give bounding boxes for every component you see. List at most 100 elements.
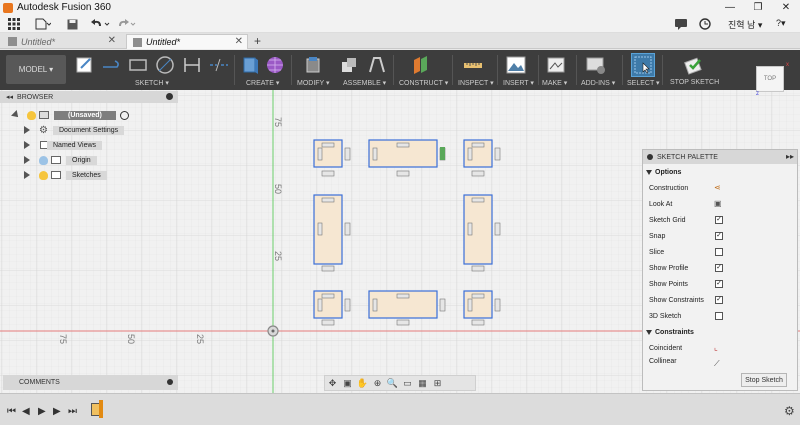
activate-radio-icon[interactable] bbox=[119, 110, 129, 120]
options-section-header[interactable]: Options bbox=[643, 164, 797, 180]
expand-toggle-icon[interactable] bbox=[24, 141, 30, 149]
close-tab-icon[interactable]: ✕ bbox=[235, 36, 243, 47]
select-menu[interactable]: SELECT ▾ bbox=[627, 79, 660, 87]
form-sphere-icon[interactable] bbox=[264, 54, 286, 76]
grid-settings-icon[interactable]: ▦ bbox=[415, 378, 430, 389]
undo-icon[interactable] bbox=[90, 17, 112, 31]
minimize-button[interactable]: — bbox=[716, 0, 744, 15]
play-icon[interactable]: ▶ bbox=[38, 406, 46, 417]
file-menu-icon[interactable] bbox=[34, 17, 52, 31]
step-back-icon[interactable]: ◀ bbox=[22, 406, 30, 417]
orbit-icon[interactable]: ✥ bbox=[325, 378, 340, 389]
modify-menu[interactable]: MODIFY ▾ bbox=[297, 79, 330, 87]
dimension-tool-icon[interactable] bbox=[181, 54, 203, 76]
tab-untitled-1[interactable]: Untitled* ✕ bbox=[2, 34, 120, 49]
browser-item-document-settings[interactable]: ⚙ Document Settings bbox=[24, 124, 125, 136]
constraints-section-header[interactable]: Constraints bbox=[643, 324, 797, 340]
pin-icon[interactable] bbox=[166, 93, 173, 100]
select-tool-button[interactable] bbox=[631, 53, 655, 77]
go-to-start-icon[interactable]: ⏮ bbox=[7, 406, 16, 417]
create-menu[interactable]: CREATE ▾ bbox=[246, 79, 279, 87]
trim-tool-icon[interactable] bbox=[208, 54, 230, 76]
stop-sketch-palette-button[interactable]: Stop Sketch bbox=[741, 373, 787, 387]
joint-icon[interactable] bbox=[366, 54, 388, 76]
rectangle-tool-icon[interactable] bbox=[127, 54, 149, 76]
add-ins-menu[interactable]: ADD-INS ▾ bbox=[581, 79, 615, 87]
expand-palette-icon[interactable]: ▸▸ bbox=[786, 152, 794, 161]
help-menu[interactable]: ?▾ bbox=[776, 18, 786, 29]
notifications-icon[interactable] bbox=[674, 17, 688, 31]
new-tab-button[interactable]: + bbox=[254, 34, 261, 48]
timeline-marker-icon[interactable] bbox=[99, 400, 103, 418]
constraint-coincident[interactable]: Coincident ⌞ bbox=[643, 340, 797, 356]
insert-image-icon[interactable] bbox=[505, 54, 527, 76]
look-at-icon[interactable]: ▣ bbox=[340, 378, 355, 389]
visibility-bulb-icon[interactable] bbox=[39, 155, 48, 165]
browser-item-named-views[interactable]: Named Views bbox=[24, 139, 103, 151]
show-constraints-checkbox[interactable]: ✓ bbox=[715, 296, 723, 304]
zoom-fit-icon[interactable]: 🔍 bbox=[385, 378, 400, 389]
step-forward-icon[interactable]: ▶ bbox=[53, 406, 61, 417]
construct-menu[interactable]: CONSTRUCT ▾ bbox=[399, 79, 448, 87]
show-profile-checkbox[interactable]: ✓ bbox=[715, 264, 723, 272]
3d-print-icon[interactable] bbox=[545, 54, 567, 76]
data-panel-grid-icon[interactable] bbox=[7, 17, 21, 31]
expand-toggle-icon[interactable] bbox=[24, 171, 30, 179]
slice-checkbox[interactable] bbox=[715, 248, 723, 256]
stop-sketch-button[interactable]: STOP SKETCH bbox=[670, 79, 719, 86]
expand-toggle-icon[interactable] bbox=[24, 156, 30, 164]
option-3d-sketch: 3D Sketch bbox=[643, 308, 797, 324]
close-button[interactable]: ✕ bbox=[772, 0, 800, 15]
measure-icon[interactable] bbox=[462, 54, 484, 76]
save-icon[interactable] bbox=[65, 17, 79, 31]
sketch-palette-header[interactable]: SKETCH PALETTE ▸▸ bbox=[643, 150, 797, 164]
look-at-button-icon[interactable]: ▣ bbox=[714, 199, 724, 209]
pan-hand-icon[interactable]: ✋ bbox=[355, 378, 370, 389]
extrude-icon[interactable] bbox=[239, 54, 261, 76]
insert-menu[interactable]: INSERT ▾ bbox=[503, 79, 534, 87]
pin-icon[interactable] bbox=[167, 379, 173, 385]
new-component-icon[interactable] bbox=[338, 54, 360, 76]
offset-plane-icon[interactable] bbox=[409, 54, 431, 76]
3d-sketch-checkbox[interactable] bbox=[715, 312, 723, 320]
create-sketch-icon[interactable] bbox=[74, 54, 96, 76]
close-tab-icon[interactable]: ✕ bbox=[108, 35, 116, 46]
viewcube-top-face[interactable]: TOP bbox=[756, 66, 784, 92]
job-status-clock-icon[interactable] bbox=[698, 17, 712, 31]
show-points-checkbox[interactable]: ✓ bbox=[715, 280, 723, 288]
expand-toggle-icon[interactable] bbox=[24, 126, 30, 134]
scripts-addins-icon[interactable] bbox=[585, 54, 607, 76]
go-to-end-icon[interactable]: ⏭ bbox=[68, 406, 77, 417]
line-tool-icon[interactable] bbox=[100, 54, 122, 76]
snap-checkbox[interactable]: ✓ bbox=[715, 232, 723, 240]
tab-untitled-2[interactable]: Untitled* ✕ bbox=[126, 34, 248, 49]
make-menu[interactable]: MAKE ▾ bbox=[542, 79, 567, 87]
timeline-settings-gear-icon[interactable]: ⚙ bbox=[784, 404, 795, 418]
user-account-menu[interactable]: 진혁 남 ▾ bbox=[728, 18, 762, 31]
circle-tool-icon[interactable] bbox=[154, 54, 176, 76]
constraint-collinear[interactable]: Collinear ⟋ bbox=[643, 356, 797, 367]
browser-item-origin[interactable]: Origin bbox=[24, 154, 97, 166]
collapse-browser-icon[interactable]: ◂◂ bbox=[6, 93, 13, 101]
workspace-switcher[interactable]: MODEL ▾ bbox=[6, 55, 66, 84]
inspect-menu[interactable]: INSPECT ▾ bbox=[458, 79, 494, 87]
visibility-bulb-icon[interactable] bbox=[39, 170, 48, 180]
expand-toggle-icon[interactable] bbox=[11, 110, 21, 120]
browser-item-root[interactable]: (Unsaved) bbox=[11, 109, 129, 121]
sketch-grid-checkbox[interactable]: ✓ bbox=[715, 216, 723, 224]
browser-panel-header[interactable]: ◂◂ BROWSER bbox=[0, 91, 178, 103]
redo-icon[interactable] bbox=[116, 17, 138, 31]
zoom-window-icon[interactable]: ⊕ bbox=[370, 378, 385, 389]
press-pull-icon[interactable] bbox=[302, 54, 324, 76]
sketch-menu[interactable]: SKETCH ▾ bbox=[135, 79, 169, 87]
viewports-icon[interactable]: ⊞ bbox=[430, 378, 445, 389]
construction-toggle-icon[interactable]: ⋖ bbox=[714, 183, 724, 193]
maximize-button[interactable]: ❐ bbox=[744, 0, 772, 15]
assemble-menu[interactable]: ASSEMBLE ▾ bbox=[343, 79, 386, 87]
visibility-bulb-icon[interactable] bbox=[27, 110, 36, 120]
display-settings-icon[interactable]: ▭ bbox=[400, 378, 415, 389]
stop-sketch-icon[interactable] bbox=[682, 54, 704, 76]
comments-panel-header[interactable]: COMMENTS bbox=[3, 375, 178, 390]
viewcube[interactable]: TOP x z bbox=[752, 62, 789, 97]
browser-item-sketches[interactable]: Sketches bbox=[24, 169, 107, 181]
